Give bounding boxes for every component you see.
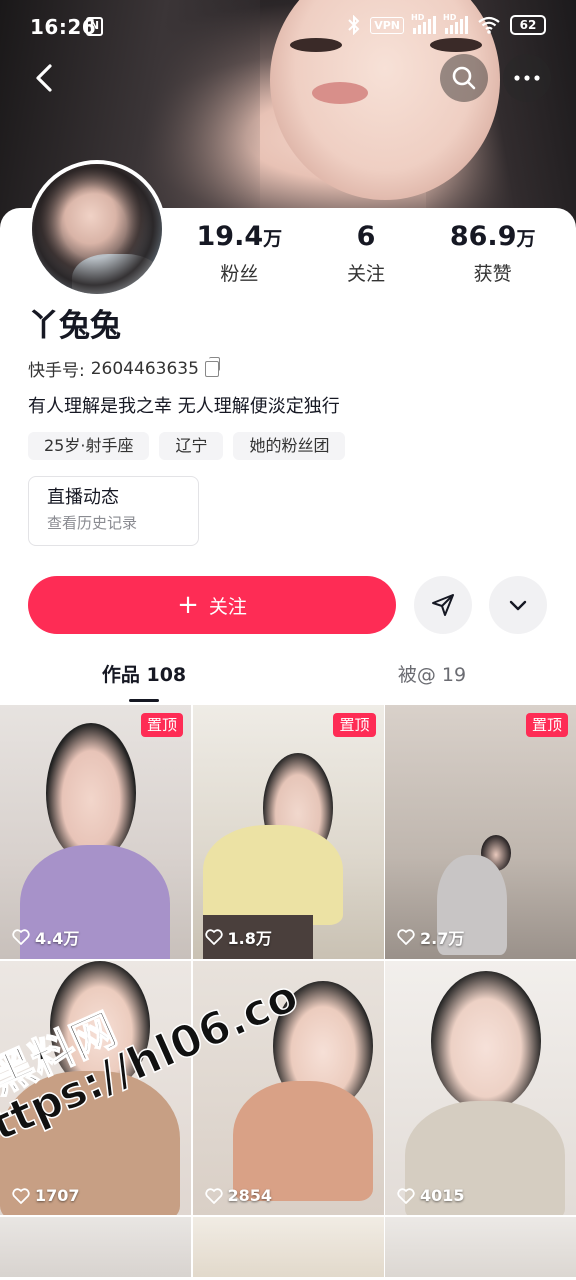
more-button[interactable]: [503, 54, 551, 102]
tag-age-zodiac: 25岁·射手座: [28, 432, 150, 460]
stat-likes-label: 获赞: [473, 263, 512, 285]
video-tile[interactable]: 置顶 1.8万: [192, 705, 384, 959]
stat-fans[interactable]: 19.4万 粉丝: [176, 220, 303, 286]
likes-count: 1.8万: [204, 925, 272, 949]
search-icon: [452, 66, 476, 90]
back-button[interactable]: [26, 58, 66, 98]
wifi-icon: [478, 16, 500, 34]
follow-button[interactable]: + 关注: [28, 576, 396, 634]
tag-location: 辽宁: [159, 432, 224, 460]
plus-icon: +: [177, 590, 199, 620]
video-tile[interactable]: 置顶 4.4万: [0, 705, 191, 959]
pinned-badge: 置顶: [333, 713, 376, 737]
heart-icon: [397, 1187, 415, 1204]
avatar-hair: [32, 164, 162, 294]
user-id-row: 快手号: 2604463635: [28, 356, 220, 381]
bluetooth-icon: [348, 15, 360, 35]
more-dots-icon: [514, 75, 540, 81]
video-tile[interactable]: 4015: [385, 961, 576, 1215]
avatar[interactable]: [28, 160, 166, 298]
status-bar: 16:26 N VPN HD HD 62: [0, 0, 576, 56]
copy-icon[interactable]: [204, 356, 220, 377]
profile-stats: 19.4万 粉丝 6 关注 86.9万 获赞: [176, 220, 556, 286]
send-icon: [432, 594, 454, 616]
battery-icon: 62: [510, 15, 546, 35]
tab-mentions[interactable]: 被@ 19: [288, 650, 576, 702]
cover-lips: [312, 82, 368, 104]
heart-icon: [12, 929, 30, 945]
profile-bio: 有人理解是我之幸 无人理解便淡定独行: [28, 396, 340, 417]
stat-likes[interactable]: 86.9万 获赞: [429, 220, 556, 286]
stat-following[interactable]: 6 关注: [303, 220, 430, 286]
heart-icon: [204, 929, 223, 945]
profile-name: 丫兔兔: [28, 308, 121, 344]
likes-count: 4.4万: [12, 925, 79, 949]
likes-count: 4015: [397, 1186, 465, 1205]
pinned-badge: 置顶: [525, 713, 568, 737]
pinned-badge: 置顶: [140, 713, 183, 737]
content-tabs: 作品 108 被@ 19: [0, 650, 576, 702]
tab-works[interactable]: 作品 108: [0, 650, 288, 702]
signal-icon: HD: [411, 13, 436, 34]
profile-tags: 25岁·射手座 辽宁 她的粉丝团: [28, 432, 346, 460]
video-tile[interactable]: [192, 1217, 384, 1277]
live-card-title: 直播动态: [47, 487, 119, 508]
tag-fan-club[interactable]: 她的粉丝团: [233, 432, 346, 460]
heart-icon: [397, 929, 415, 945]
live-history-card[interactable]: 直播动态 查看历史记录: [28, 476, 199, 546]
user-id-label: 快手号:: [28, 361, 85, 381]
message-button[interactable]: [414, 576, 472, 634]
stat-following-label: 关注: [347, 263, 386, 285]
user-id-value: 2604463635: [90, 358, 199, 379]
signal-icon-2: HD: [443, 13, 468, 34]
chevron-down-icon: [509, 600, 527, 611]
likes-count: 2.7万: [397, 925, 464, 949]
heart-icon: [204, 1187, 223, 1204]
nfc-icon: N: [86, 17, 103, 36]
follow-label: 关注: [208, 595, 247, 618]
video-tile[interactable]: 置顶 2.7万: [385, 705, 576, 959]
vpn-badge: VPN: [370, 16, 404, 34]
chevron-left-icon: [36, 64, 52, 92]
search-button[interactable]: [440, 54, 488, 102]
likes-count: 2854: [204, 1186, 272, 1205]
video-tile[interactable]: [385, 1217, 576, 1277]
expand-button[interactable]: [489, 576, 547, 634]
stat-fans-label: 粉丝: [220, 263, 259, 285]
live-card-subtitle: 查看历史记录: [47, 514, 138, 532]
